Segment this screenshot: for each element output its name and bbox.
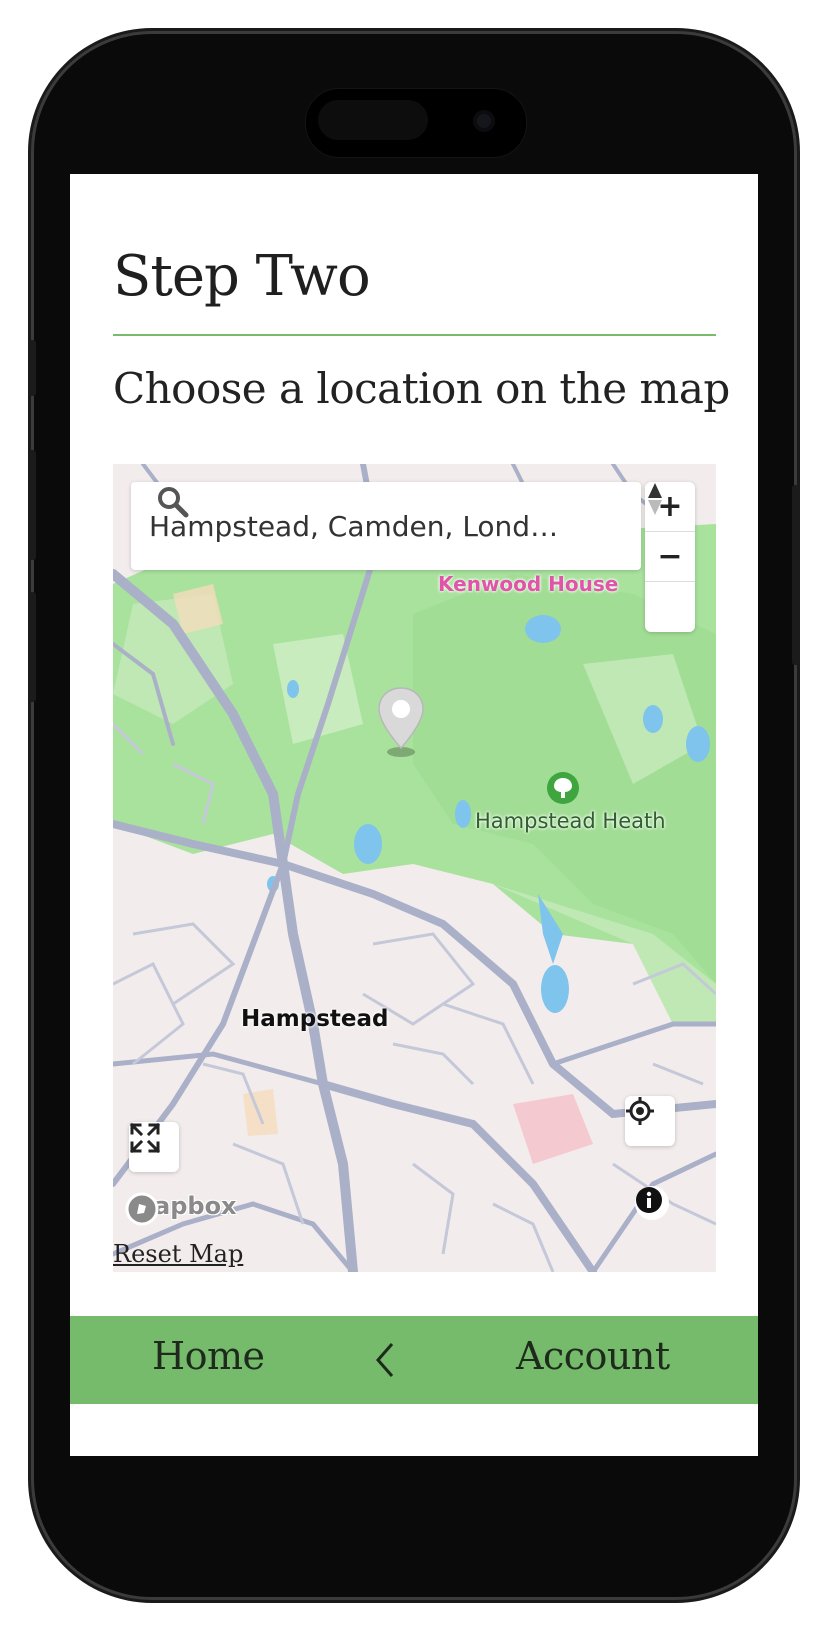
compass-icon — [648, 483, 662, 515]
page-title: Step Two — [113, 244, 371, 309]
map-tiles — [113, 464, 716, 1272]
dynamic-island-sensor — [318, 100, 428, 140]
app-screen: Step Two Choose a location on the map Ke… — [70, 174, 758, 1456]
map-view[interactable]: Kenwood House Hampstead Heath Hampstead … — [113, 464, 716, 1272]
page-subtitle: Choose a location on the map — [113, 364, 730, 413]
nav-home-link[interactable]: Home — [152, 1334, 265, 1378]
info-icon — [636, 1187, 662, 1213]
volume-up-button — [28, 450, 36, 560]
front-camera — [473, 110, 495, 132]
attribution-button[interactable] — [635, 1186, 669, 1220]
zoom-out-button[interactable]: − — [645, 532, 695, 582]
map-label-hampstead: Hampstead — [241, 1006, 389, 1032]
title-divider — [113, 334, 716, 336]
fullscreen-icon — [129, 1122, 161, 1154]
fullscreen-button[interactable] — [129, 1122, 179, 1172]
geolocate-icon — [626, 1097, 654, 1125]
action-button — [28, 340, 36, 396]
volume-down-button — [28, 592, 36, 702]
chevron-left-icon — [376, 1343, 394, 1377]
nav-account-link[interactable]: Account — [516, 1334, 670, 1378]
bottom-navigation: Home Account — [70, 1316, 758, 1404]
search-icon — [158, 487, 189, 518]
zoom-controls: + − — [645, 482, 695, 632]
reset-map-link[interactable]: Reset Map — [113, 1240, 243, 1268]
back-button[interactable] — [366, 1338, 406, 1382]
location-search-box[interactable]: Hampstead, Camden, Londo… — [131, 482, 641, 570]
mapbox-logo-icon — [125, 1192, 159, 1226]
location-pin-icon[interactable] — [376, 686, 426, 758]
compass-button[interactable] — [645, 483, 695, 632]
search-input[interactable]: Hampstead, Camden, Londo… — [149, 510, 569, 543]
map-label-kenwood-house: Kenwood House — [438, 572, 619, 596]
geolocate-button[interactable] — [625, 1096, 675, 1146]
power-button — [792, 485, 800, 665]
mapbox-logo[interactable]: mapbox — [125, 1192, 237, 1226]
map-label-hampstead-heath: Hampstead Heath — [475, 809, 666, 833]
